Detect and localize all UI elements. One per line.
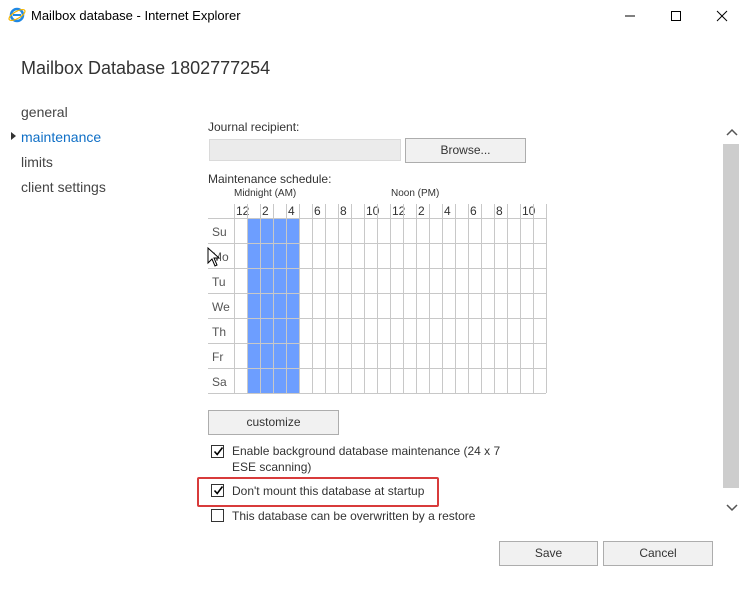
- chevron-up-icon[interactable]: [726, 128, 738, 136]
- checkmark-icon: [213, 486, 224, 495]
- scrollbar-thumb[interactable]: [723, 144, 739, 488]
- schedule-selected-slot[interactable]: [273, 218, 286, 393]
- chevron-down-icon[interactable]: [726, 504, 738, 512]
- dont-mount-label: Don't mount this database at startup: [232, 484, 425, 498]
- background-maintenance-label-line1: Enable background database maintenance (…: [232, 444, 501, 458]
- customize-button[interactable]: customize: [208, 410, 339, 435]
- overwrite-restore-label: This database can be overwritten by a re…: [232, 509, 476, 523]
- vertical-scrollbar[interactable]: [720, 120, 742, 520]
- save-button[interactable]: Save: [499, 541, 598, 566]
- schedule-selected-slot[interactable]: [286, 218, 299, 393]
- cancel-button[interactable]: Cancel: [603, 541, 713, 566]
- schedule-selected-slot[interactable]: [247, 218, 260, 393]
- dont-mount-checkbox[interactable]: [211, 484, 224, 497]
- background-maintenance-label-line2: ESE scanning): [232, 460, 312, 474]
- background-maintenance-checkbox[interactable]: [211, 445, 224, 458]
- background-maintenance-label: Enable background database maintenance (…: [232, 443, 500, 475]
- overwrite-restore-checkbox[interactable]: [211, 509, 224, 522]
- checkmark-icon: [213, 447, 224, 456]
- mouse-cursor-icon: [207, 247, 221, 267]
- schedule-selected-slot[interactable]: [260, 218, 273, 393]
